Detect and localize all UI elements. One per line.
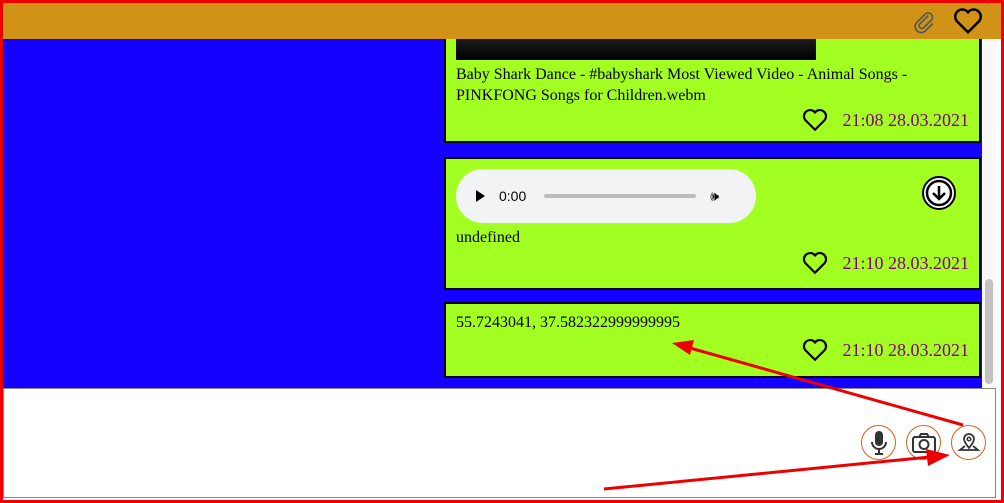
arrowhead (926, 449, 950, 466)
arrowhead (672, 340, 694, 355)
annotation-arrows (603, 340, 964, 491)
annotation-arrow (689, 346, 964, 427)
annotation-arrow (603, 455, 931, 491)
